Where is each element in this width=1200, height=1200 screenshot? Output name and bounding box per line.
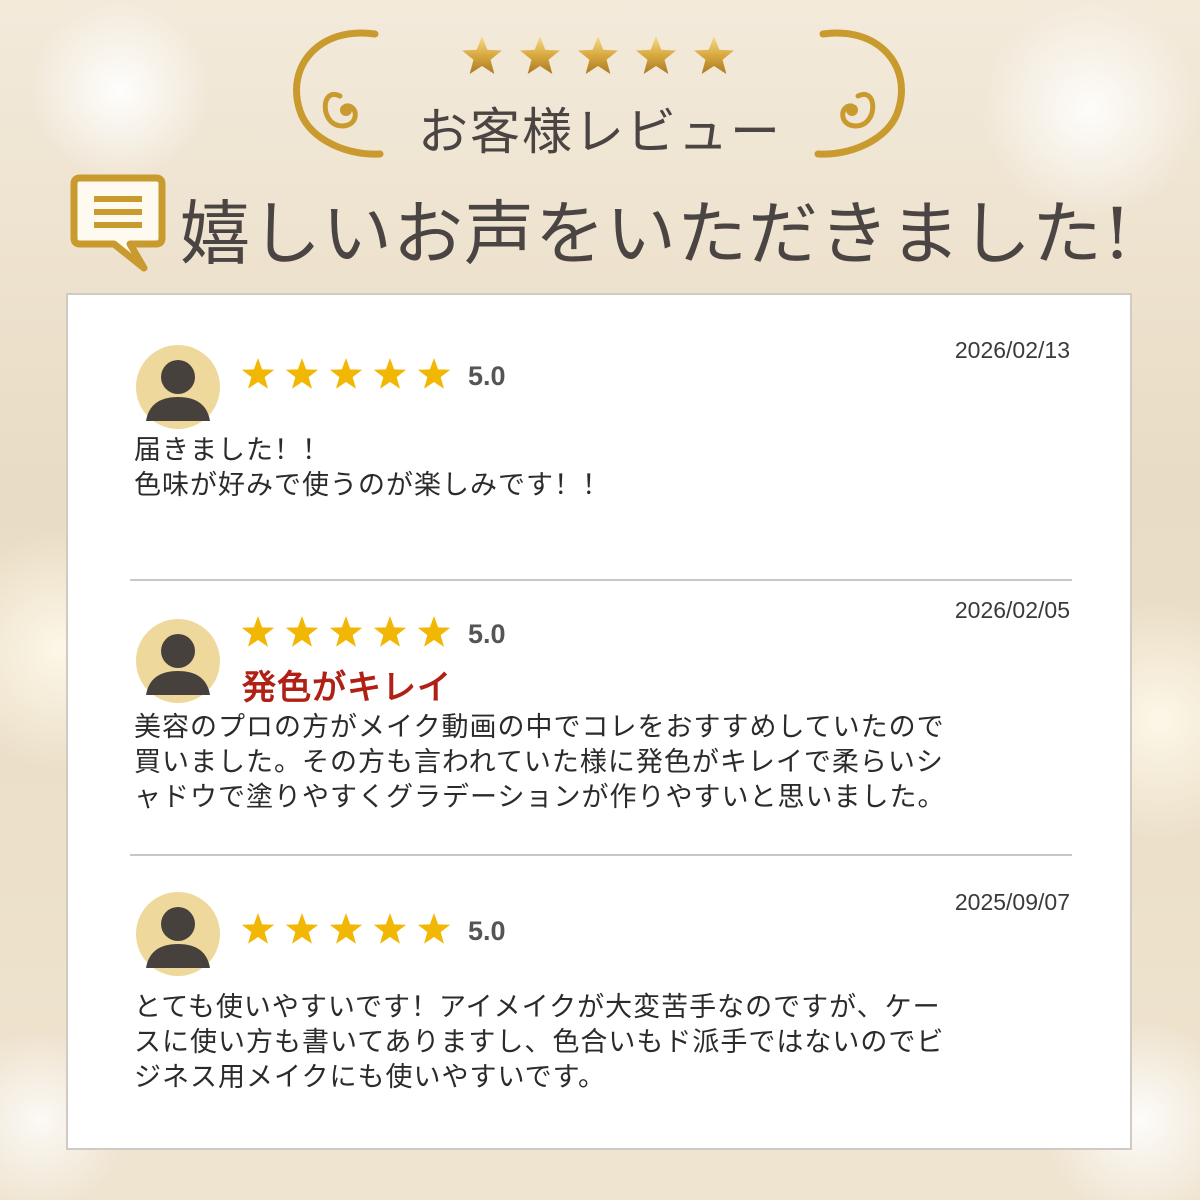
header-star-icon bbox=[520, 36, 560, 74]
user-avatar-icon bbox=[136, 619, 220, 703]
rating-stars bbox=[241, 358, 451, 389]
reviews-panel: 5.0 2026/02/13 届きました！！ 色味が好みで使うのが楽しみです！！… bbox=[66, 293, 1132, 1150]
rating-star-icon bbox=[285, 913, 319, 944]
rating-stars bbox=[241, 913, 451, 944]
review-body: とても使いやすいです！アイメイクが大変苦手なのですが、ケー スに使い方も書いてあ… bbox=[134, 992, 945, 1093]
rating-value: 5.0 bbox=[468, 619, 506, 649]
user-avatar-icon bbox=[136, 892, 220, 976]
rating-star-icon bbox=[241, 913, 275, 944]
review-date: 2025/09/07 bbox=[954, 889, 1070, 915]
review-headline: 発色がキレイ bbox=[242, 668, 452, 708]
header-star-icon bbox=[694, 36, 734, 74]
page-subtitle: お客様レビュー bbox=[418, 103, 782, 161]
rating-star-icon bbox=[241, 358, 275, 389]
rating-star-icon bbox=[373, 616, 407, 647]
rating-stars bbox=[241, 616, 451, 647]
review-body: 届きました！！ 色味が好みで使うのが楽しみです！！ bbox=[134, 435, 610, 501]
review-date: 2026/02/05 bbox=[954, 597, 1070, 623]
rating-star-icon bbox=[417, 616, 451, 647]
rating-star-icon bbox=[285, 616, 319, 647]
review-body: 美容のプロの方がメイク動画の中でコレをおすすめしていたので 買いました。その方も… bbox=[134, 712, 946, 813]
chat-bubble-icon bbox=[70, 174, 166, 272]
header-stars bbox=[462, 36, 734, 74]
rating-star-icon bbox=[373, 913, 407, 944]
rating-value: 5.0 bbox=[468, 916, 506, 946]
rating-star-icon bbox=[241, 616, 275, 647]
header-star-icon bbox=[578, 36, 618, 74]
rating-star-icon bbox=[329, 358, 363, 389]
header-star-icon bbox=[636, 36, 676, 74]
review-divider bbox=[130, 854, 1072, 856]
rating-star-icon bbox=[285, 358, 319, 389]
user-avatar-icon bbox=[136, 345, 220, 429]
rating-star-icon bbox=[417, 358, 451, 389]
rating-star-icon bbox=[329, 616, 363, 647]
review-date: 2026/02/13 bbox=[954, 337, 1070, 363]
page-title: 嬉しいお声をいただきました! bbox=[180, 193, 1133, 275]
rating-star-icon bbox=[329, 913, 363, 944]
rating-star-icon bbox=[373, 358, 407, 389]
header-star-icon bbox=[462, 36, 502, 74]
rating-value: 5.0 bbox=[468, 361, 506, 391]
review-divider bbox=[130, 579, 1072, 581]
rating-star-icon bbox=[417, 913, 451, 944]
